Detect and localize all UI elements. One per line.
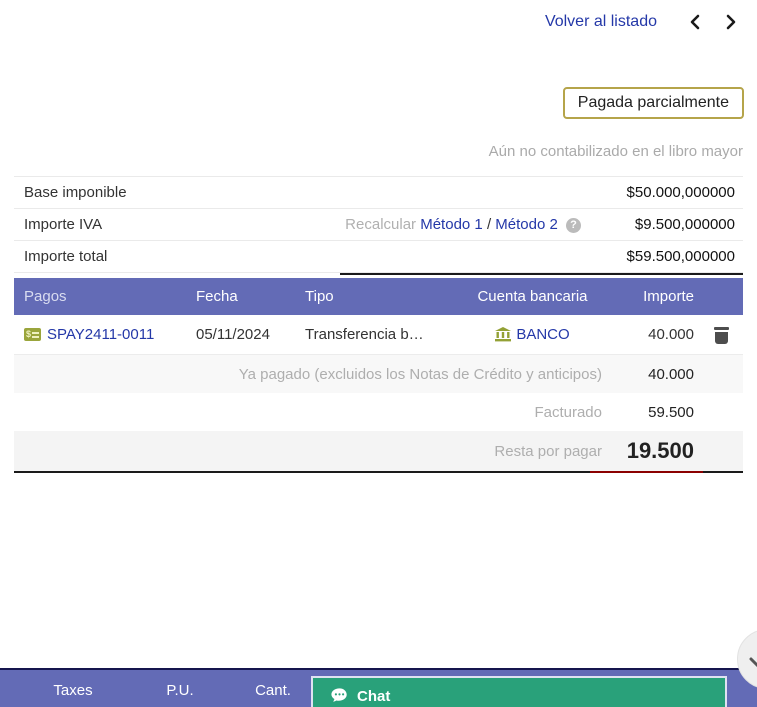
payment-ref-link[interactable]: SPAY2411-0011 xyxy=(47,326,154,343)
payments-bottom-rule xyxy=(14,471,743,473)
header-unit-price: P.U. xyxy=(166,682,194,699)
already-paid-label: Ya pagado (excluidos los Notas de Crédit… xyxy=(238,365,602,383)
summary-row-remain: Resta por pagar 19.500 xyxy=(14,431,743,471)
status-badge: Pagada parcialmente xyxy=(562,87,744,119)
arrow-down-icon xyxy=(749,657,757,668)
header-quantity: Cant. xyxy=(255,682,291,699)
total-label: Importe total xyxy=(24,248,108,265)
help-icon[interactable]: ? xyxy=(566,217,581,233)
payments-table: Pagos Fecha Tipo Cuenta bancaria Importe… xyxy=(14,278,743,473)
payment-type: Transferencia b… xyxy=(305,326,424,343)
chevron-left-icon xyxy=(690,14,700,30)
recalc-label: Recalcular xyxy=(345,216,417,233)
header-date: Fecha xyxy=(196,288,238,305)
header-payments: Pagos xyxy=(24,288,67,305)
back-to-list-link[interactable]: Volver al listado xyxy=(545,13,657,31)
bank-icon xyxy=(495,327,512,342)
already-paid-amount: 40.000 xyxy=(648,365,694,383)
next-arrow-button[interactable] xyxy=(719,12,743,32)
payments-header-row: Pagos Fecha Tipo Cuenta bancaria Importe xyxy=(14,278,743,315)
billed-label: Facturado xyxy=(534,403,602,421)
summary-row-paid: Ya pagado (excluidos los Notas de Crédit… xyxy=(14,355,743,393)
total-amount: $59.500,000000 xyxy=(626,248,735,265)
payment-amount: 40.000 xyxy=(648,326,694,343)
bank-account-link[interactable]: BANCO xyxy=(516,326,569,343)
base-amount: $50.000,000000 xyxy=(626,184,735,201)
header-taxes: Taxes xyxy=(53,682,93,699)
recalc-method1-link[interactable]: Método 1 xyxy=(420,216,483,233)
trash-icon xyxy=(714,326,729,330)
header-account: Cuenta bancaria xyxy=(477,288,588,305)
payment-row: SPAY2411-0011 05/11/2024 Transferencia b… xyxy=(14,315,743,355)
table-row-base: Base imponible $50.000,000000 xyxy=(14,177,743,209)
ledger-note: Aún no contabilizado en el libro mayor xyxy=(488,143,743,160)
header-type: Tipo xyxy=(305,288,334,305)
delete-payment-button[interactable] xyxy=(714,326,729,344)
previous-arrow-button[interactable] xyxy=(683,12,707,32)
base-label: Base imponible xyxy=(24,184,127,201)
invoice-totals-table: Base imponible $50.000,000000 Importe IV… xyxy=(14,176,743,275)
chat-label: Chat xyxy=(357,687,391,705)
table-row-vat: Importe IVA Recalcular Método 1 / Método… xyxy=(14,209,743,241)
payment-icon xyxy=(24,328,41,341)
table-row-total: Importe total $59.500,000000 xyxy=(14,241,743,273)
recalc-method2-link[interactable]: Método 2 xyxy=(495,216,558,233)
summary-row-billed: Facturado 59.500 xyxy=(14,393,743,431)
chat-bubble-icon xyxy=(331,688,347,702)
remain-to-pay-label: Resta por pagar xyxy=(494,442,602,460)
total-underline xyxy=(340,273,743,275)
vat-label: Importe IVA xyxy=(24,216,103,233)
top-navigation: Volver al listado xyxy=(545,12,743,32)
payment-date: 05/11/2024 xyxy=(196,326,270,343)
vat-amount: $9.500,000000 xyxy=(634,216,735,233)
billed-amount: 59.500 xyxy=(648,403,694,421)
chevron-right-icon xyxy=(726,14,736,30)
remain-to-pay-amount: 19.500 xyxy=(626,438,694,463)
chat-widget[interactable]: Chat xyxy=(311,676,727,707)
header-amount: Importe xyxy=(643,288,694,305)
vat-recalc-area: Recalcular Método 1 / Método 2 ? xyxy=(102,216,603,233)
